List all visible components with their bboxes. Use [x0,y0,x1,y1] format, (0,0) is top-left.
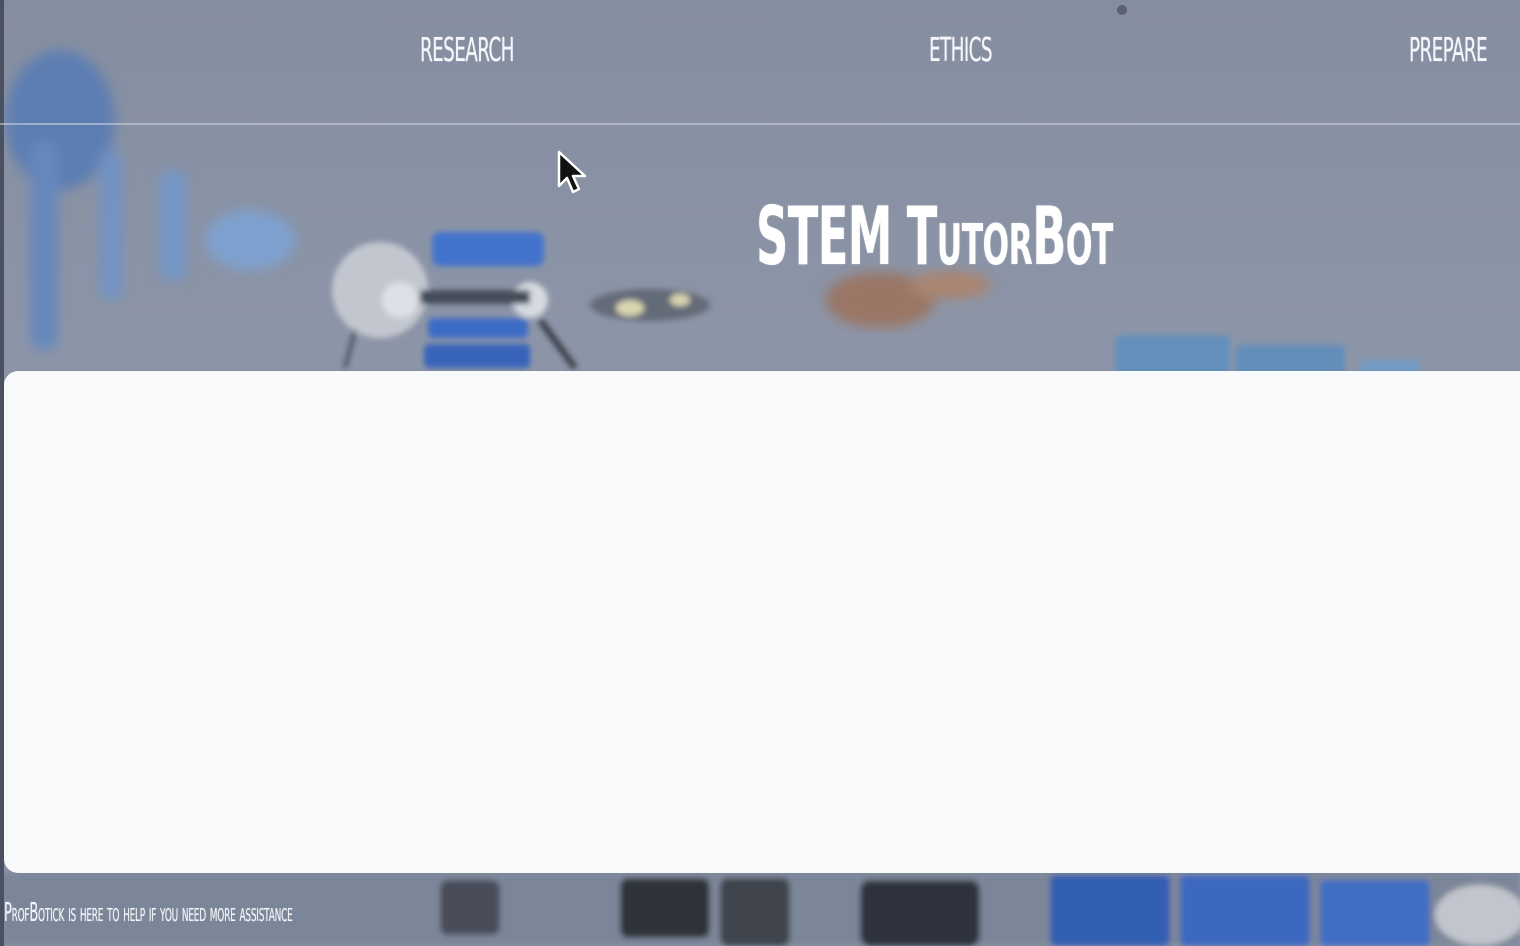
nav-item-ethics[interactable]: ETHICS [929,30,993,69]
page: RESEARCH ETHICS PREPARE STEM TutorBot Pr… [0,0,1520,946]
nav-divider [0,123,1520,125]
mouse-pointer-icon [557,150,587,194]
nav-item-prepare[interactable]: PREPARE [1409,30,1488,69]
assistance-text: ProfBotick is here to help if you need m… [4,898,293,928]
page-title: STEM TutorBot [756,190,1113,283]
content-panel[interactable] [4,371,1520,873]
nav-item-research[interactable]: RESEARCH [420,30,514,69]
top-navigation: RESEARCH ETHICS PREPARE [0,0,1520,124]
